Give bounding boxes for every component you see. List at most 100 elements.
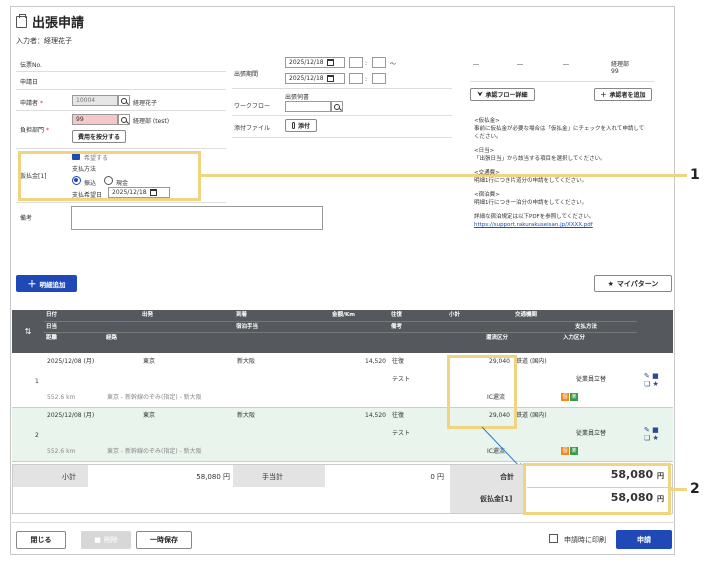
th-lodging: 宿泊手当 (234, 321, 389, 332)
applicant-search-button[interactable] (118, 95, 130, 106)
row-amount: 14,520 (365, 358, 386, 365)
trash-icon: ■ (94, 536, 101, 544)
copy-icon[interactable]: ❏ (644, 380, 650, 388)
row-from: 東京 (143, 412, 156, 419)
plus-icon: ＋ (600, 92, 607, 99)
row-payment: 従業員立替 (576, 376, 607, 383)
row-roundtrip: 往復 (392, 412, 405, 419)
edit-icon[interactable]: ✎ (644, 372, 650, 380)
highlight-box-2 (447, 355, 517, 429)
th-subtotal: 小計 (447, 310, 513, 321)
apply-date-label: 申請日 (20, 79, 39, 86)
row-roundtrip: 往復 (392, 358, 405, 365)
th-to: 到着 (234, 310, 330, 321)
applicant-code-input[interactable]: 10004 (72, 95, 118, 106)
row-route: 東京 - 新幹線のぞみ(指定) - 新大阪 (107, 448, 202, 455)
print-on-apply-checkbox[interactable] (549, 534, 558, 543)
delete-button[interactable]: ■ 削除 (81, 531, 131, 549)
close-button[interactable]: 閉じる (16, 531, 66, 549)
star-icon[interactable]: ★ (653, 434, 659, 442)
attachment-label: 添付ファイル (234, 125, 271, 132)
print-on-apply-label: 申請時に印刷 (564, 536, 606, 544)
row-from: 東京 (143, 358, 156, 365)
delete-icon[interactable]: ■ (652, 426, 659, 434)
slip-no-label: 伝票No. (20, 62, 42, 69)
apply-button[interactable]: 申請 (616, 530, 672, 549)
period-start-min[interactable] (372, 57, 386, 68)
dept-code-input[interactable]: 99 (72, 114, 118, 125)
sort-icon[interactable]: ⇅ (12, 310, 44, 353)
row-amount: 14,520 (365, 412, 386, 419)
workflow-sub: 出張伺書 (285, 94, 310, 101)
period-end-hour[interactable] (349, 73, 363, 84)
period-start-hour[interactable] (349, 57, 363, 68)
row-route: 東京 - 新幹線のぞみ(指定) - 新大阪 (107, 394, 202, 401)
th-daily: 日当 (44, 321, 234, 332)
dept-name: 経理部 (test) (133, 118, 170, 125)
info-panel: <仮払金> 事前に仮払金が必要な場合は「仮払金」にチェックを入れて申請してください… (474, 118, 645, 228)
row-date: 2025/12/08 (月) (47, 358, 95, 365)
row-transport: 鉄道 (国内) (516, 358, 547, 365)
row-transport: 鉄道 (国内) (516, 412, 547, 419)
th-route: 経路 (104, 332, 484, 353)
tag-green-icon: 楽 (570, 393, 578, 401)
th-date: 日付 (44, 310, 140, 321)
search-icon (121, 97, 127, 104)
edit-icon[interactable]: ✎ (644, 426, 650, 434)
th-transport: 交通機関 (513, 310, 637, 321)
star-icon: ★ (607, 279, 614, 288)
th-distance: 距離 (44, 332, 104, 353)
period-start-input[interactable]: 2025/12/18 (285, 57, 345, 68)
attach-button[interactable]: 添付 (285, 119, 317, 132)
approver-2: ― (517, 61, 523, 68)
page-title-text: 出張申請 (32, 16, 85, 31)
period-tilde: ～ (390, 61, 397, 68)
copy-icon[interactable]: ❏ (644, 434, 650, 442)
workflow-search-button[interactable] (331, 101, 343, 112)
page-title: 出張申請 (16, 12, 84, 31)
dept-search-button[interactable] (118, 114, 130, 125)
temp-save-button[interactable]: 一時保存 (136, 531, 192, 549)
delete-icon[interactable]: ■ (652, 372, 659, 380)
approval-flow-detail-button[interactable]: ⮟ 承認フロー詳細 (470, 88, 535, 101)
th-amount: 金額/Km (330, 310, 389, 321)
th-from: 出発 (140, 310, 234, 321)
th-memo: 備考 (389, 321, 573, 332)
total-label: 合計 (500, 473, 514, 481)
applicant-label: 申請者 * (20, 100, 43, 107)
dept-label: 負担部門 * (20, 127, 49, 134)
applicant-name: 経理花子 (133, 100, 158, 107)
th-ic: 還流区分 (484, 332, 561, 353)
period-end-input[interactable]: 2025/12/18 (285, 73, 345, 84)
highlight-box-3 (523, 463, 671, 515)
my-pattern-button[interactable]: ★ マイパターン (594, 275, 672, 292)
row-to: 新大阪 (237, 412, 256, 419)
workflow-input[interactable] (285, 101, 331, 112)
allowance-value: 0 円 (430, 473, 444, 481)
row-date: 2025/12/08 (月) (47, 412, 95, 419)
star-icon[interactable]: ★ (653, 380, 659, 388)
add-detail-button[interactable]: ＋明細追加 (16, 275, 77, 292)
row-distance: 552.6 km (47, 394, 76, 401)
approver-4-code: 99 (611, 68, 619, 75)
th-input: 入力区分 (561, 332, 637, 353)
row-actions[interactable]: ✎ ■ ❏ ★ (644, 372, 670, 388)
search-icon (334, 103, 340, 110)
period-label: 出張期間 (234, 71, 259, 78)
add-approver-button[interactable]: ＋承認者を追加 (594, 88, 652, 101)
row-payment: 従業員立替 (576, 430, 607, 437)
entry-by: 入力者：経理花子 (16, 37, 72, 45)
calendar-icon (326, 75, 334, 82)
row-actions[interactable]: ✎ ■ ❏ ★ (644, 426, 670, 442)
tag-orange-icon: 個 (561, 393, 569, 401)
calendar-icon (326, 59, 334, 66)
th-payment: 支払方法 (573, 321, 637, 332)
remarks-textarea[interactable] (71, 206, 323, 230)
allowance-label: 手当計 (262, 473, 283, 481)
remarks-label: 備考 (20, 215, 33, 222)
tag-orange-icon: 個 (561, 447, 569, 455)
split-cost-button[interactable]: 費用を按分する (72, 130, 126, 143)
pdf-link[interactable]: https://support.rakurakuseisan.jp/XXXX.p… (474, 222, 593, 228)
approver-4: 経理部 (611, 61, 630, 68)
period-end-min[interactable] (372, 73, 386, 84)
